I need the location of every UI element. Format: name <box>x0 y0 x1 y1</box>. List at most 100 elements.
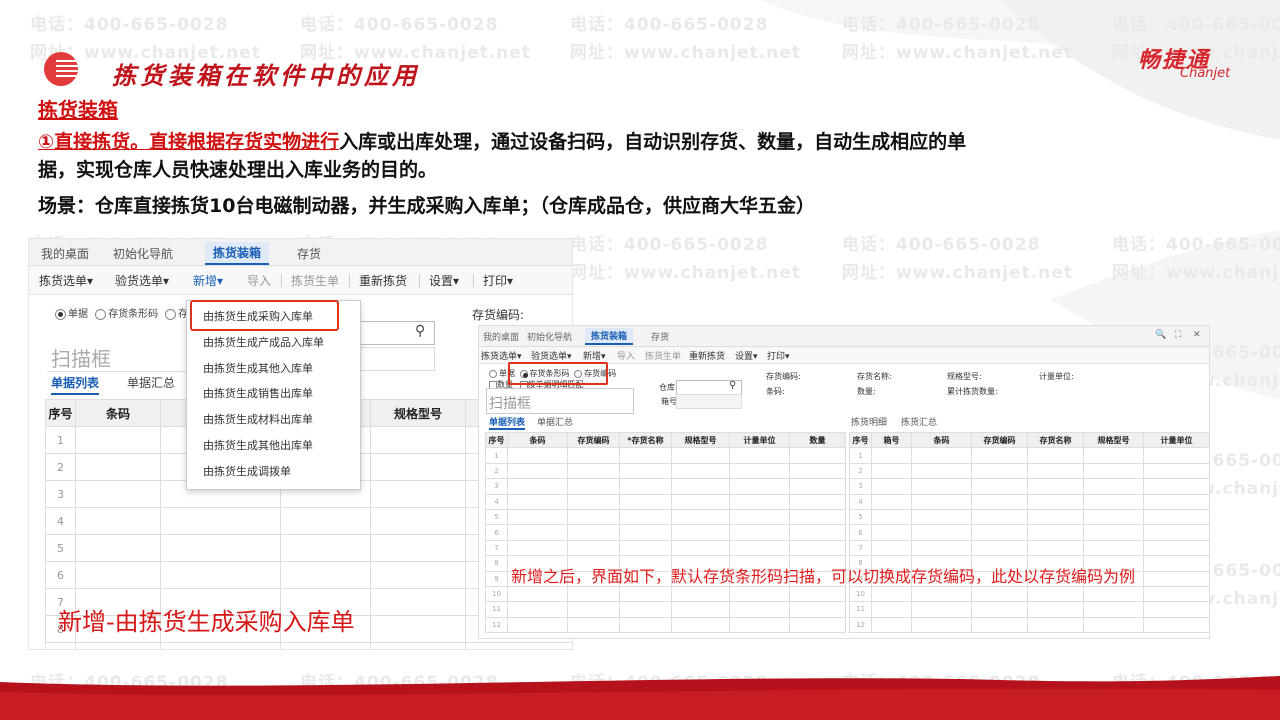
tab-picking-packing[interactable]: 拣货装箱 <box>205 242 270 265</box>
table-row[interactable]: 2 <box>849 462 1209 480</box>
dropdown-item[interactable]: 由拣货生成产成品入库单 <box>203 334 324 350</box>
table-cell <box>1027 493 1084 510</box>
search-icon-2[interactable]: ⚲ <box>729 380 736 391</box>
table-cell <box>1027 524 1084 541</box>
table-cell <box>75 480 161 508</box>
table-row[interactable]: 4 <box>485 493 846 510</box>
radio-code[interactable] <box>165 308 177 320</box>
dropdown-item[interactable]: 由拣货生成材料出库单 <box>203 411 313 427</box>
repick-button[interactable]: 重新拣货 <box>359 272 407 289</box>
table-row[interactable]: 3 <box>485 478 846 495</box>
table-cell <box>871 462 912 480</box>
radio2-doc[interactable] <box>489 369 497 378</box>
pick-table-2: 序号 箱号 条码 存货编码 存货名称 规格型号 计量单位 1 2 3 4 5 6 7 8 9 10 11 12 <box>849 431 1209 634</box>
table-row[interactable]: 12 <box>485 616 846 634</box>
dropdown-item[interactable]: 由拣货生成其他入库单 <box>203 360 313 376</box>
table-row[interactable]: 7 <box>485 539 846 557</box>
search-icon[interactable]: 🔍 <box>1155 330 1166 340</box>
table-row[interactable]: 1 <box>485 447 846 464</box>
table-cell <box>671 585 730 603</box>
table-cell <box>911 462 972 480</box>
table-row[interactable]: 4 <box>849 493 1209 510</box>
table-cell <box>789 447 846 464</box>
tab-desktop[interactable]: 我的桌面 <box>41 245 89 262</box>
table-row[interactable]: 10 <box>485 585 846 603</box>
radio-barcode[interactable] <box>95 308 107 320</box>
paragraph-1: ①直接拣货。直接根据存货实物进行入库或出库处理，通过设备扫码，自动识别存货、数量… <box>38 128 966 156</box>
inspect-select-button[interactable]: 验货选单▾ <box>115 272 169 289</box>
tab2-desktop[interactable]: 我的桌面 <box>483 330 519 343</box>
row-number: 2 <box>45 453 76 481</box>
import-button[interactable]: 导入 <box>247 272 271 289</box>
subtab2-doc-summary[interactable]: 单据汇总 <box>537 415 573 428</box>
pick-select-button-2[interactable]: 拣货选单▾ <box>481 349 522 362</box>
row-number: 6 <box>45 561 76 589</box>
table-row[interactable]: 12 <box>849 616 1209 634</box>
generate-doc-button-2[interactable]: 拣货生单 <box>645 349 681 362</box>
table-cell <box>971 462 1028 480</box>
column-header: 序号 <box>485 431 508 449</box>
close-icon[interactable]: ✕ <box>1193 330 1201 340</box>
subtab2-pick-summary[interactable]: 拣货汇总 <box>901 415 937 428</box>
table-cell <box>671 524 730 541</box>
table-cell <box>567 508 620 526</box>
table-row[interactable]: 10 <box>849 585 1209 603</box>
box-input[interactable] <box>676 394 742 409</box>
info-inv-name: 存货名称: <box>857 372 892 381</box>
tab2-inventory[interactable]: 存货 <box>651 330 669 343</box>
table-cell <box>971 493 1028 510</box>
print-button-2[interactable]: 打印▾ <box>767 349 790 362</box>
table-cell <box>729 478 790 495</box>
pick-select-button[interactable]: 拣货选单▾ <box>39 272 93 289</box>
table-row[interactable]: 6 <box>849 524 1209 541</box>
table-row[interactable]: 11 <box>485 601 846 618</box>
tab-inventory[interactable]: 存货 <box>297 245 321 262</box>
table-cell <box>1083 539 1144 557</box>
import-button-2[interactable]: 导入 <box>617 349 635 362</box>
table-row[interactable]: 11 <box>849 601 1209 618</box>
scan-box-label: 扫描框 <box>51 347 111 371</box>
tab2-init-nav[interactable]: 初始化导航 <box>527 330 572 343</box>
table-row[interactable]: 2 <box>485 462 846 480</box>
table-cell <box>1083 478 1144 495</box>
watermark-site: 网址：www.chanjet.net <box>570 43 801 63</box>
subtab-doc-summary[interactable]: 单据汇总 <box>127 374 175 391</box>
table-cell <box>619 585 672 603</box>
box-label: 箱号 <box>661 397 677 406</box>
table-row[interactable]: 7 <box>849 539 1209 557</box>
repick-button-2[interactable]: 重新拣货 <box>689 349 725 362</box>
settings-button-2[interactable]: 设置▾ <box>735 349 758 362</box>
table-cell <box>729 585 790 603</box>
inspect-select-button-2[interactable]: 验货选单▾ <box>531 349 572 362</box>
table-row[interactable]: 5 <box>849 508 1209 526</box>
row-number: 4 <box>485 493 508 510</box>
radio-doc[interactable] <box>55 308 66 320</box>
new-button-2[interactable]: 新增▾ <box>583 349 606 362</box>
search-icon[interactable]: ⚲ <box>415 323 425 339</box>
dropdown-item[interactable]: 由拣货生成调拨单 <box>203 463 291 479</box>
subtab-doc-list[interactable]: 单据列表 <box>51 374 100 395</box>
dropdown-item[interactable]: 由拣货生成其他出库单 <box>203 437 313 453</box>
table-cell <box>789 539 846 557</box>
maximize-icon[interactable]: ⛶ <box>1175 330 1181 340</box>
table-row[interactable]: 5 <box>485 508 846 526</box>
field-input[interactable] <box>359 347 435 371</box>
table-cell <box>1143 478 1209 495</box>
generate-doc-button[interactable]: 拣货生单 <box>291 272 339 289</box>
logo-icon <box>44 52 78 86</box>
subtab2-doc-list[interactable]: 单据列表 <box>489 415 526 430</box>
subtab2-pick-detail[interactable]: 拣货明细 <box>851 415 887 428</box>
new-button[interactable]: 新增▾ <box>193 272 223 289</box>
paragraph-1-line2: 据，实现仓库人员快速处理出入库业务的目的。 <box>38 159 438 181</box>
tab2-picking-packing[interactable]: 拣货装箱 <box>585 328 634 345</box>
print-button[interactable]: 打印▾ <box>483 272 513 289</box>
table-row[interactable]: 6 <box>485 524 846 541</box>
dropdown-item[interactable]: 由拣货生成销售出库单 <box>203 385 313 401</box>
table-cell <box>1083 585 1144 603</box>
tab-init-nav[interactable]: 初始化导航 <box>113 245 173 262</box>
table-row[interactable]: 1 <box>849 447 1209 464</box>
table-row[interactable]: 9 <box>45 642 572 649</box>
table-row[interactable]: 3 <box>849 478 1209 495</box>
table-cell <box>729 616 790 634</box>
settings-button[interactable]: 设置▾ <box>429 272 459 289</box>
